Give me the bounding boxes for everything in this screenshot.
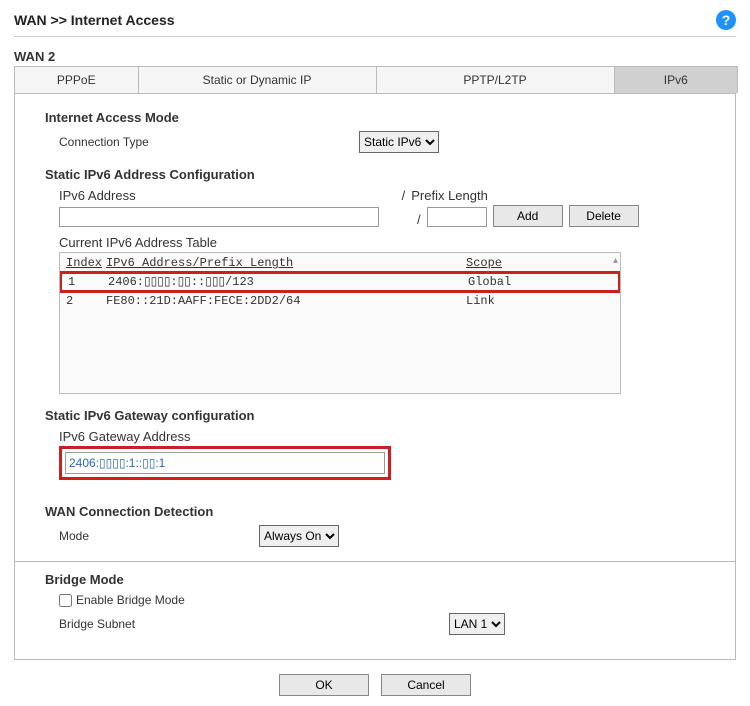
bridge-mode-section: Bridge Mode Enable Bridge Mode Bridge Su… — [15, 561, 735, 647]
prefix-length-input[interactable] — [427, 207, 487, 227]
breadcrumb: WAN >> Internet Access — [14, 12, 175, 28]
tab-ipv6[interactable]: IPv6 — [615, 67, 738, 93]
ok-button[interactable]: OK — [279, 674, 369, 696]
detect-mode-select[interactable]: Always On — [259, 525, 339, 547]
ipv6-address-label: IPv6 Address — [45, 188, 136, 203]
static-ipv6-addr-title: Static IPv6 Address Configuration — [45, 167, 717, 182]
table-row[interactable]: 2FE80::21D:AAFF:FECE:2DD2/64Link — [60, 293, 620, 309]
bridge-subnet-label: Bridge Subnet — [45, 617, 449, 631]
ipv6-panel: Internet Access Mode Connection Type Sta… — [14, 93, 736, 660]
ipv6-address-input[interactable] — [59, 207, 379, 227]
connection-type-select[interactable]: Static IPv6 — [359, 131, 439, 153]
tab-pptp-l2tp[interactable]: PPTP/L2TP — [377, 67, 615, 93]
wan-interface-label: WAN 2 — [14, 49, 736, 64]
enable-bridge-checkbox[interactable] — [59, 594, 72, 607]
ipv6-address-table[interactable]: ▴ IndexIPv6 Address/Prefix LengthScope 1… — [59, 252, 621, 394]
gateway-highlight-box — [59, 446, 391, 480]
detect-mode-label: Mode — [45, 529, 259, 543]
help-icon[interactable]: ? — [716, 10, 736, 30]
table-header-row: IndexIPv6 Address/Prefix LengthScope — [60, 255, 620, 271]
internet-access-mode-title: Internet Access Mode — [45, 110, 717, 125]
tab-row: PPPoE Static or Dynamic IP PPTP/L2TP IPv… — [14, 66, 738, 93]
gateway-address-label: IPv6 Gateway Address — [45, 429, 717, 444]
delete-button[interactable]: Delete — [569, 205, 639, 227]
slash-label: / — [417, 212, 421, 227]
scroll-up-icon[interactable]: ▴ — [613, 255, 618, 267]
enable-bridge-label: Enable Bridge Mode — [76, 593, 185, 607]
button-bar: OK Cancel — [14, 674, 736, 696]
bridge-subnet-select[interactable]: LAN 1 — [449, 613, 505, 635]
cancel-button[interactable]: Cancel — [381, 674, 471, 696]
prefix-length-label: Prefix Length — [411, 188, 488, 203]
wan-detect-title: WAN Connection Detection — [45, 504, 717, 519]
bridge-mode-title: Bridge Mode — [45, 572, 717, 587]
gateway-section-title: Static IPv6 Gateway configuration — [45, 408, 717, 423]
slash-label-top: / — [402, 188, 406, 203]
tab-pppoe[interactable]: PPPoE — [15, 67, 139, 93]
add-button[interactable]: Add — [493, 205, 563, 227]
connection-type-label: Connection Type — [45, 135, 359, 149]
table-row[interactable]: 12406:▯▯▯▯:▯▯::▯▯▯/123Global — [59, 271, 621, 293]
current-table-label: Current IPv6 Address Table — [45, 235, 717, 250]
tab-static-dynamic[interactable]: Static or Dynamic IP — [139, 67, 377, 93]
gateway-address-input[interactable] — [65, 452, 385, 474]
